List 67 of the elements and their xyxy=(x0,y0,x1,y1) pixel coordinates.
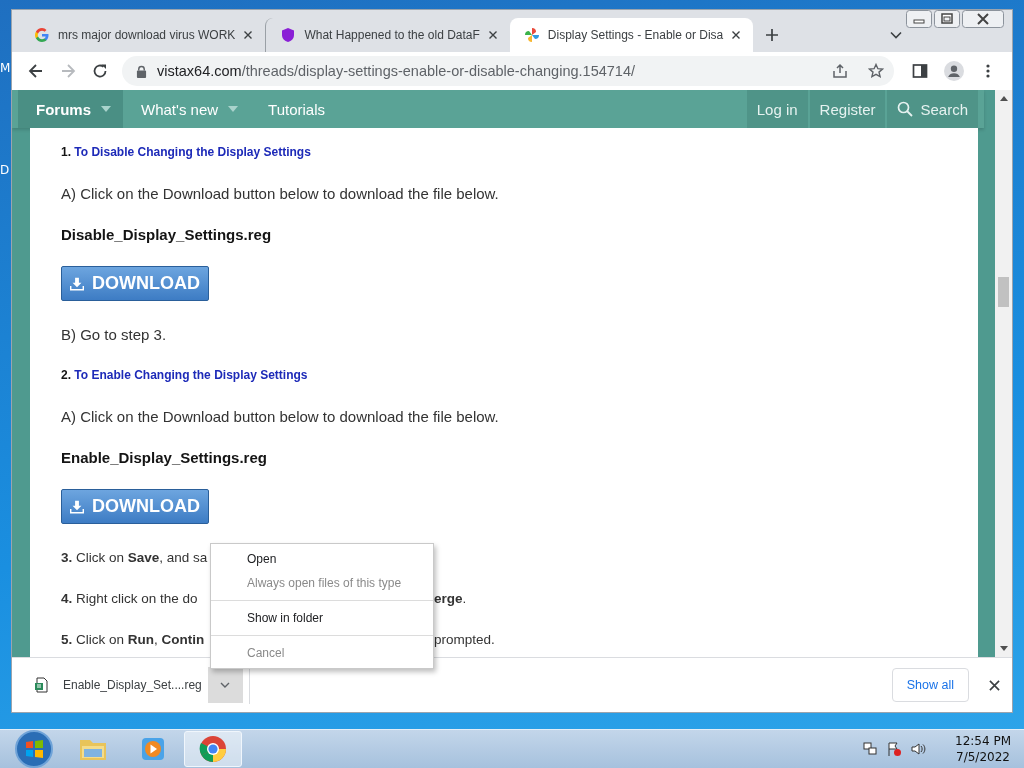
scroll-thumb[interactable] xyxy=(998,277,1009,307)
close-icon[interactable] xyxy=(731,30,742,40)
scroll-up-icon[interactable] xyxy=(999,96,1008,101)
clock-date: 7/5/2022 xyxy=(956,749,1010,765)
registry-file-icon xyxy=(34,677,50,693)
download-button[interactable]: DOWNLOAD xyxy=(61,266,209,301)
tab-title: mrs major download virus WORK xyxy=(58,28,236,42)
menu-item[interactable]: Show in folder xyxy=(211,606,433,630)
browser-tab[interactable]: Display Settings - Enable or Disa xyxy=(509,18,754,52)
download-file-name[interactable]: Enable_Display_Set....reg xyxy=(63,678,202,692)
close-icon[interactable] xyxy=(989,679,1000,691)
search-icon xyxy=(897,101,914,117)
step-text: prompted. xyxy=(434,631,496,649)
tab-title: What Happened to the old DataF xyxy=(304,28,480,42)
clock[interactable]: 12:54 PM 7/5/2022 xyxy=(948,733,1018,765)
speaker-icon[interactable] xyxy=(910,741,926,757)
tab-title: Display Settings - Enable or Disa xyxy=(547,28,724,42)
side-panel-icon[interactable] xyxy=(912,63,928,79)
nav-tab[interactable]: Tutorials xyxy=(250,90,338,128)
scrollbar[interactable] xyxy=(995,90,1012,657)
back-icon[interactable] xyxy=(28,63,44,79)
step-text: 5. Click on Run, Contin xyxy=(61,631,206,649)
search-button[interactable]: Search xyxy=(887,90,978,128)
step-text: erge. xyxy=(434,590,468,608)
lock-icon xyxy=(136,64,147,78)
close-icon[interactable] xyxy=(243,30,254,40)
browser-tab[interactable]: mrs major download virus WORK xyxy=(20,18,266,52)
google-icon xyxy=(34,27,50,43)
close-icon[interactable] xyxy=(487,30,498,40)
reload-icon[interactable] xyxy=(92,63,108,79)
plus-icon[interactable] xyxy=(765,28,780,42)
desktop-icon-label: M xyxy=(0,61,11,75)
paragraph: A) Click on the Download button below to download the file below. xyxy=(61,407,500,427)
paragraph: B) Go to step 3. xyxy=(61,325,168,345)
flag-icon[interactable] xyxy=(886,741,902,757)
star-icon[interactable] xyxy=(868,63,884,79)
maximize-icon[interactable] xyxy=(934,10,960,28)
shield-icon xyxy=(280,27,297,43)
file-name: Enable_Display_Settings.reg xyxy=(61,448,268,468)
start-button[interactable] xyxy=(14,729,54,768)
step-text: 3. Click on Save, and sa xyxy=(61,549,209,567)
file-name: Disable_Display_Settings.reg xyxy=(61,225,273,245)
clock-time: 12:54 PM xyxy=(955,733,1011,749)
download-button[interactable]: DOWNLOAD xyxy=(61,489,209,524)
paragraph: A) Click on the Download button below to download the file below. xyxy=(61,184,500,204)
show-all-button[interactable]: Show all xyxy=(891,668,969,702)
nav-link[interactable]: Log in xyxy=(746,90,808,128)
share-icon[interactable] xyxy=(832,63,848,79)
chevron-down-icon[interactable] xyxy=(890,31,902,39)
section-heading: 1. To Disable Changing the Display Settings xyxy=(61,144,312,161)
close-icon[interactable] xyxy=(962,10,1004,28)
network-icon[interactable] xyxy=(862,741,878,757)
nav-link[interactable]: Register xyxy=(809,90,886,128)
caret-icon xyxy=(220,682,231,688)
scroll-down-icon[interactable] xyxy=(999,646,1008,651)
section-heading: 2. To Enable Changing the Display Settings xyxy=(61,367,309,384)
step-text: 4. Right click on the do xyxy=(61,590,199,608)
pinwheel-icon xyxy=(523,27,540,43)
nav-tab[interactable]: What's new xyxy=(123,90,251,128)
chrome-icon xyxy=(198,734,228,764)
taskbar-button[interactable] xyxy=(184,731,242,767)
menu-item[interactable]: Open xyxy=(211,547,433,571)
profile-avatar-icon[interactable] xyxy=(944,61,964,81)
nav-tab[interactable]: Forums xyxy=(18,90,123,128)
desktop-icon-label: D xyxy=(0,163,10,177)
address-bar[interactable]: vistax64.com/threads/display-settings-enable-or-disable-changing.154714/ xyxy=(122,56,894,86)
url-text: vistax64.com/threads/display-settings-enable-or-disable-changing.154714/ xyxy=(157,63,636,79)
